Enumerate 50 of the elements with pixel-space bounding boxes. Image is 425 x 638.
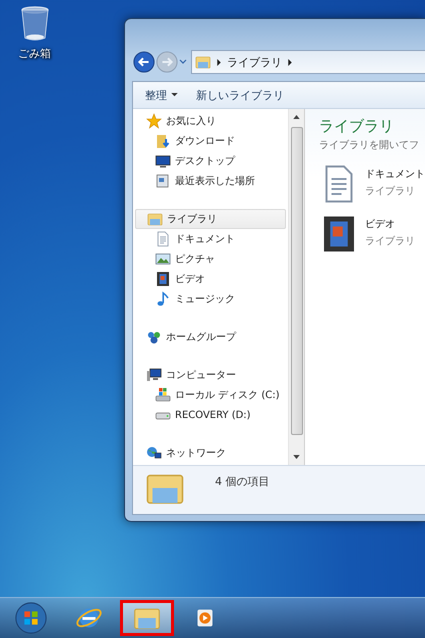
toolbar-button[interactable]: 整理 bbox=[141, 86, 182, 104]
nav-item[interactable]: デスクトップ bbox=[133, 151, 288, 171]
nav-item[interactable]: ネットワーク bbox=[133, 443, 288, 463]
library-type: ライブラリ bbox=[365, 234, 415, 248]
nav-item[interactable]: ミュージック bbox=[133, 289, 288, 309]
library-name[interactable]: ドキュメント bbox=[365, 167, 425, 181]
nav-item[interactable]: ダウンロード bbox=[133, 131, 288, 151]
computer-icon bbox=[146, 367, 162, 383]
item-count: 4 個の項目 bbox=[215, 474, 270, 489]
address-bar[interactable]: ライブラリ bbox=[191, 50, 425, 74]
film-icon bbox=[155, 271, 171, 287]
breadcrumb-item[interactable]: ライブラリ bbox=[227, 54, 282, 70]
breadcrumb-arrow-icon[interactable] bbox=[288, 58, 292, 66]
document-icon bbox=[155, 231, 171, 247]
recycle-bin-icon[interactable] bbox=[20, 6, 50, 42]
recent-places-icon bbox=[155, 173, 171, 189]
nav-item[interactable]: ライブラリ bbox=[135, 209, 286, 229]
scrollbar[interactable] bbox=[288, 109, 305, 465]
nav-item[interactable]: ローカル ディスク (C:) bbox=[133, 385, 288, 405]
toolbar-button[interactable]: 新しいライブラリ bbox=[192, 86, 288, 104]
desktop-icon bbox=[155, 153, 171, 169]
nav-item[interactable]: ホームグループ bbox=[133, 327, 288, 347]
nav-item[interactable]: コンピューター bbox=[133, 365, 288, 385]
explorer-taskbar-button[interactable] bbox=[120, 600, 174, 636]
recycle-bin-label[interactable]: ごみ箱 bbox=[18, 46, 51, 61]
caret-icon bbox=[171, 93, 178, 97]
nav-item[interactable]: RECOVERY (D:) bbox=[133, 405, 288, 425]
network-icon bbox=[146, 445, 162, 461]
nav-item[interactable]: お気に入り bbox=[133, 111, 288, 131]
breadcrumb-arrow-icon[interactable] bbox=[217, 58, 221, 66]
library-description: ライブラリを開いてフ bbox=[319, 138, 420, 152]
system-drive-icon bbox=[155, 387, 171, 403]
star-icon bbox=[146, 113, 162, 129]
nav-item[interactable]: ビデオ bbox=[133, 269, 288, 289]
scroll-up-icon[interactable] bbox=[293, 115, 300, 119]
homegroup-icon bbox=[146, 329, 162, 345]
scroll-down-icon[interactable] bbox=[293, 455, 300, 459]
nav-item[interactable]: 最近表示した場所 bbox=[133, 171, 288, 191]
back-button[interactable] bbox=[133, 51, 155, 73]
library-name[interactable]: ビデオ bbox=[365, 217, 415, 231]
music-note-icon bbox=[155, 291, 171, 307]
history-dropdown-icon[interactable] bbox=[179, 59, 187, 65]
library-folder-icon bbox=[195, 54, 211, 70]
library-type: ライブラリ bbox=[365, 184, 416, 198]
download-folder-icon bbox=[155, 133, 171, 149]
nav-item[interactable]: ピクチャ bbox=[133, 249, 288, 269]
nav-item[interactable]: ドキュメント bbox=[133, 229, 288, 249]
library-folder-icon bbox=[147, 211, 163, 227]
picture-icon bbox=[155, 251, 171, 267]
library-title: ライブラリ bbox=[319, 117, 395, 136]
